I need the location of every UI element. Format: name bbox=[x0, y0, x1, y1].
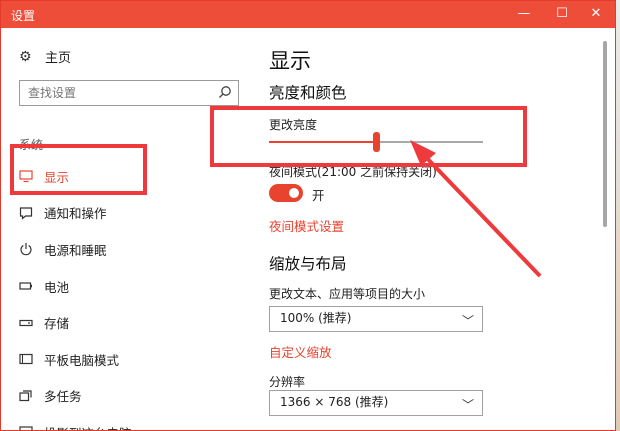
sidebar-item-label: 电源和睡眠 bbox=[44, 242, 107, 258]
sidebar-item-storage[interactable]: 存储 bbox=[1, 304, 253, 341]
annotation-box-display bbox=[10, 144, 147, 195]
title-bar: 设置 — ☐ ✕ bbox=[1, 1, 615, 28]
section-heading-scale-layout: 缩放与布局 bbox=[269, 255, 347, 273]
home-link[interactable]: ⚙ 主页 bbox=[19, 47, 72, 67]
brightness-slider[interactable] bbox=[269, 132, 483, 152]
maximize-button[interactable]: ☐ bbox=[545, 1, 579, 28]
storage-icon bbox=[19, 316, 33, 330]
page-title: 显示 bbox=[269, 49, 311, 73]
home-label: 主页 bbox=[45, 51, 72, 66]
scrollbar[interactable] bbox=[603, 41, 607, 227]
settings-window: 设置 — ☐ ✕ ⚙ 主页 系统 显示 bbox=[0, 0, 616, 431]
chevron-down-icon: ﹀ bbox=[461, 398, 474, 412]
resolution-dropdown-value: 1366 × 768 (推荐) bbox=[280, 395, 389, 409]
night-light-toggle[interactable] bbox=[269, 184, 303, 202]
sidebar-item-tablet-mode[interactable]: 平板电脑模式 bbox=[1, 341, 253, 378]
search-box[interactable] bbox=[19, 80, 239, 106]
tablet-icon bbox=[19, 352, 33, 366]
sidebar-item-multitasking[interactable]: 多任务 bbox=[1, 378, 253, 415]
close-button[interactable]: ✕ bbox=[579, 1, 613, 28]
sidebar-nav: 显示 通知和操作 电源和睡眠 电池 存储 平板电脑模式 多任务 bbox=[1, 158, 253, 430]
power-icon bbox=[19, 242, 33, 256]
brightness-label: 更改亮度 bbox=[269, 118, 318, 132]
slider-track-empty bbox=[380, 141, 483, 143]
battery-icon bbox=[19, 279, 33, 293]
section-heading-brightness-color: 亮度和颜色 bbox=[269, 84, 347, 102]
sidebar-item-label: 存储 bbox=[44, 316, 70, 332]
main-content: 显示 亮度和颜色 更改亮度 夜间模式(21:00 之前保持关闭) 开 夜间模式设… bbox=[269, 28, 609, 430]
sidebar-item-label: 通知和操作 bbox=[44, 206, 107, 222]
project-icon bbox=[19, 425, 33, 430]
slider-thumb[interactable] bbox=[373, 132, 380, 152]
sidebar: ⚙ 主页 系统 显示 通知和操作 bbox=[1, 28, 253, 430]
sidebar-item-battery[interactable]: 电池 bbox=[1, 268, 253, 305]
sidebar-item-label: 电池 bbox=[44, 279, 70, 295]
sidebar-item-label: 多任务 bbox=[44, 389, 82, 405]
night-light-label: 夜间模式(21:00 之前保持关闭) bbox=[269, 165, 437, 179]
toggle-state-label: 开 bbox=[312, 188, 325, 203]
sidebar-item-label: 平板电脑模式 bbox=[44, 352, 120, 368]
resolution-dropdown[interactable]: 1366 × 768 (推荐) ﹀ bbox=[269, 390, 483, 416]
gear-icon: ⚙ bbox=[19, 48, 32, 65]
search-icon[interactable] bbox=[218, 85, 232, 99]
custom-scale-link[interactable]: 自定义缩放 bbox=[269, 342, 332, 361]
minimize-button[interactable]: — bbox=[507, 1, 541, 28]
sidebar-item-notifications[interactable]: 通知和操作 bbox=[1, 195, 253, 232]
resolution-label: 分辨率 bbox=[269, 375, 306, 389]
slider-track-filled bbox=[269, 141, 376, 143]
sidebar-item-power[interactable]: 电源和睡眠 bbox=[1, 231, 253, 268]
scale-dropdown[interactable]: 100% (推荐) ﹀ bbox=[269, 306, 483, 332]
search-input[interactable] bbox=[20, 81, 210, 105]
sidebar-item-project[interactable]: 投影到这台电脑 bbox=[1, 414, 253, 430]
window-title: 设置 bbox=[11, 9, 36, 23]
sidebar-item-label: 投影到这台电脑 bbox=[44, 423, 132, 430]
scale-label: 更改文本、应用等项目的大小 bbox=[269, 287, 426, 301]
night-light-settings-link[interactable]: 夜间模式设置 bbox=[269, 216, 344, 235]
toggle-knob bbox=[289, 188, 299, 198]
multitask-icon bbox=[19, 389, 33, 403]
notification-icon bbox=[19, 206, 33, 220]
scale-dropdown-value: 100% (推荐) bbox=[280, 311, 352, 325]
chevron-down-icon: ﹀ bbox=[461, 314, 474, 328]
